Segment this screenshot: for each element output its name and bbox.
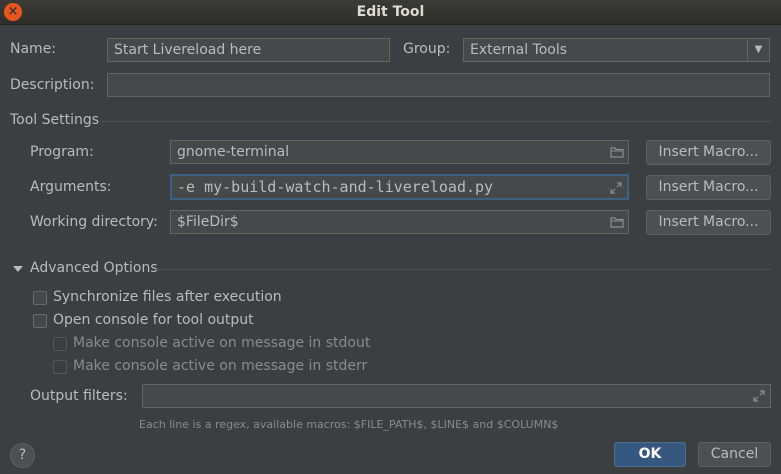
title-bar: × Edit Tool — [0, 0, 781, 25]
program-label: Program: — [30, 144, 94, 160]
arguments-value: -e my-build-watch-and-livereload.py — [177, 178, 494, 196]
chevron-down-icon[interactable]: ▼ — [747, 39, 769, 61]
advanced-options-divider — [156, 269, 771, 270]
expand-icon[interactable] — [609, 181, 623, 195]
help-icon: ? — [18, 447, 27, 463]
name-field[interactable]: Start Livereload here — [107, 38, 390, 62]
tool-settings-header: Tool Settings — [10, 112, 100, 128]
working-directory-label: Working directory: — [30, 214, 158, 230]
output-filters-label: Output filters: — [30, 388, 128, 404]
group-label: Group: — [403, 41, 451, 57]
tool-settings-divider — [101, 121, 771, 122]
open-console-label[interactable]: Open console for tool output — [53, 312, 254, 328]
expand-icon[interactable] — [752, 389, 766, 403]
arguments-field[interactable]: -e my-build-watch-and-livereload.py — [170, 174, 629, 200]
working-directory-value: $FileDir$ — [177, 214, 239, 230]
description-field[interactable] — [107, 73, 770, 97]
insert-macro-program-button[interactable]: Insert Macro... — [646, 140, 771, 165]
folder-icon[interactable] — [610, 215, 624, 229]
active-stderr-checkbox[interactable] — [53, 360, 67, 374]
cancel-button[interactable]: Cancel — [698, 442, 771, 467]
open-console-checkbox[interactable] — [33, 314, 47, 328]
help-button[interactable]: ? — [10, 443, 35, 468]
active-stdout-label: Make console active on message in stdout — [73, 335, 371, 351]
insert-macro-arguments-button[interactable]: Insert Macro... — [646, 175, 771, 200]
output-filters-field[interactable] — [142, 384, 771, 408]
group-combo[interactable]: External Tools ▼ — [463, 38, 770, 62]
advanced-options-header[interactable]: Advanced Options — [30, 260, 158, 276]
arguments-label: Arguments: — [30, 179, 112, 195]
sync-files-label[interactable]: Synchronize files after execution — [53, 289, 282, 305]
dialog-title: Edit Tool — [356, 4, 425, 20]
insert-macro-working-dir-button[interactable]: Insert Macro... — [646, 210, 771, 235]
name-label: Name: — [10, 41, 57, 57]
ok-button[interactable]: OK — [614, 442, 686, 467]
active-stdout-checkbox[interactable] — [53, 337, 67, 351]
group-combo-value: External Tools — [470, 42, 568, 58]
sync-files-checkbox[interactable] — [33, 291, 47, 305]
folder-icon[interactable] — [610, 145, 624, 159]
program-value: gnome-terminal — [177, 144, 290, 160]
collapse-triangle-icon[interactable] — [13, 266, 23, 272]
description-label: Description: — [10, 77, 95, 93]
output-filters-hint: Each line is a regex, available macros: … — [139, 418, 559, 431]
active-stderr-label: Make console active on message in stderr — [73, 358, 368, 374]
program-field[interactable]: gnome-terminal — [170, 140, 629, 164]
working-directory-field[interactable]: $FileDir$ — [170, 210, 629, 234]
